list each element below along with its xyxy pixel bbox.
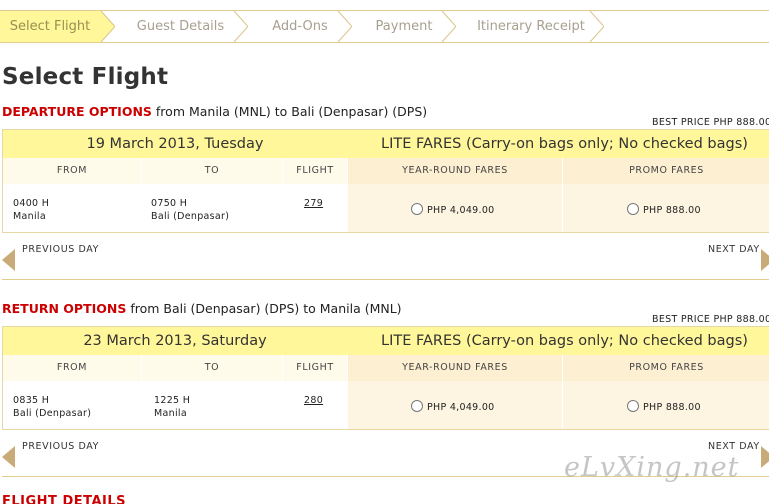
year-round-fare-radio[interactable] [411, 203, 423, 215]
departure-time: 0835 H [13, 395, 50, 406]
departure-label: DEPARTURE OPTIONS [2, 104, 152, 119]
promo-fare-radio[interactable] [627, 203, 639, 215]
promo-fare-price: PHP 888.00 [643, 402, 701, 413]
step-divider-icon [441, 11, 456, 42]
previous-day-arrow-icon[interactable] [2, 446, 15, 468]
step-itinerary-receipt: Itinerary Receipt [477, 19, 585, 34]
departure-best-price: BEST PRICE PHP 888.00 [652, 117, 769, 128]
col-promo-fares: PROMO FARES [563, 158, 769, 184]
col-flight: FLIGHT [283, 158, 347, 184]
step-select-flight: Select Flight [0, 11, 100, 42]
return-fare-table: 23 March 2013, Saturday LITE FARES (Carr… [2, 326, 769, 430]
departure-fare-table: 19 March 2013, Tuesday LITE FARES (Carry… [2, 129, 769, 233]
step-payment: Payment [375, 19, 433, 34]
departure-route: from Manila (MNL) to Bali (Denpasar) (DP… [155, 104, 428, 119]
arrival-city: Bali (Denpasar) [151, 211, 230, 222]
year-round-fare-price: PHP 4,049.00 [427, 402, 495, 413]
departure-options-heading: DEPARTURE OPTIONS from Manila (MNL) to B… [2, 104, 427, 119]
col-promo-fares: PROMO FARES [563, 355, 769, 381]
flight-number-link[interactable]: 279 [304, 198, 323, 209]
year-round-fare-price: PHP 4,049.00 [427, 205, 495, 216]
col-flight: FLIGHT [283, 355, 347, 381]
col-year-round-fares: YEAR-ROUND FARES [348, 158, 562, 184]
promo-fare-price: PHP 888.00 [643, 205, 701, 216]
promo-fare-radio[interactable] [627, 400, 639, 412]
return-best-price: BEST PRICE PHP 888.00 [652, 314, 769, 325]
return-label: RETURN OPTIONS [2, 301, 127, 316]
departure-day-navigation: PREVIOUS DAY NEXT DAY [0, 244, 769, 274]
previous-day-link[interactable]: PREVIOUS DAY [22, 441, 99, 452]
flight-details-heading: FLIGHT DETAILS [2, 494, 127, 504]
flight-number-link[interactable]: 280 [304, 395, 323, 406]
return-fare-type: LITE FARES (Carry-on bags only; No check… [381, 333, 748, 349]
departure-city: Bali (Denpasar) [13, 408, 92, 419]
booking-progress-steps: Select Flight Guest Details Add-Ons Paym… [0, 10, 769, 43]
previous-day-arrow-icon[interactable] [2, 249, 15, 271]
return-date: 23 March 2013, Saturday [83, 333, 267, 349]
step-divider-icon [99, 11, 115, 42]
departure-city: Manila [13, 211, 46, 222]
previous-day-link[interactable]: PREVIOUS DAY [22, 244, 99, 255]
watermark: eLvXing.net [564, 452, 740, 483]
step-divider-icon [589, 11, 604, 42]
col-to: TO [142, 355, 282, 381]
next-day-link[interactable]: NEXT DAY [708, 441, 760, 452]
year-round-fare-radio[interactable] [411, 400, 423, 412]
col-from: FROM [3, 355, 141, 381]
section-divider [2, 279, 769, 280]
departure-fare-type: LITE FARES (Carry-on bags only; No check… [381, 136, 748, 152]
departure-time: 0400 H [13, 198, 50, 209]
arrival-time: 0750 H [151, 198, 188, 209]
return-options-heading: RETURN OPTIONS from Bali (Denpasar) (DPS… [2, 301, 402, 316]
step-divider-icon [337, 11, 352, 42]
step-add-ons: Add-Ons [272, 19, 328, 34]
next-day-arrow-icon[interactable] [761, 446, 769, 468]
col-year-round-fares: YEAR-ROUND FARES [348, 355, 562, 381]
col-to: TO [142, 158, 282, 184]
arrival-time: 1225 H [154, 395, 191, 406]
departure-date: 19 March 2013, Tuesday [86, 136, 264, 152]
col-from: FROM [3, 158, 141, 184]
step-divider-icon [233, 11, 248, 42]
page-title: Select Flight [2, 64, 169, 90]
next-day-link[interactable]: NEXT DAY [708, 244, 760, 255]
step-guest-details: Guest Details [136, 19, 225, 34]
return-route: from Bali (Denpasar) (DPS) to Manila (MN… [130, 301, 402, 316]
next-day-arrow-icon[interactable] [761, 249, 769, 271]
arrival-city: Manila [154, 408, 187, 419]
